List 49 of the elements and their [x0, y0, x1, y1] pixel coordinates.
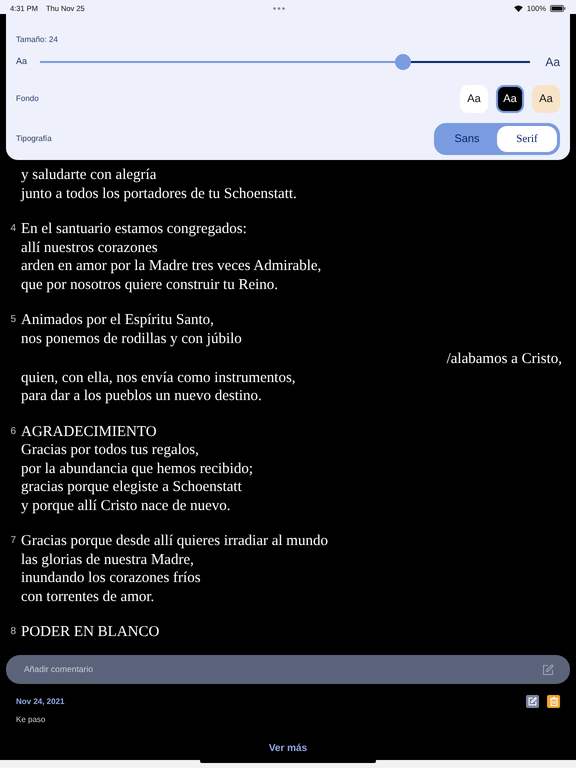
- verse-line: AGRADECIMIENTO: [21, 422, 158, 441]
- background-label: Fondo: [16, 93, 39, 105]
- comment-field[interactable]: Añadir comentario: [6, 655, 570, 684]
- verse-line: En el santuario estamos congregados:: [21, 220, 248, 238]
- verse-line: Gracias por todos tus regalos,: [21, 441, 200, 460]
- verse-line: allí nuestros corazones: [21, 238, 159, 257]
- small-sample: Aa: [16, 55, 28, 68]
- edit-icon: [542, 664, 554, 676]
- comment-field[interactable]: Añadir comentario: [22, 662, 542, 677]
- verse-number: 8: [10, 626, 16, 637]
- large-sample: Aa: [544, 54, 560, 71]
- verse-line: quien, con ella, nos envía como instrumentos,: [21, 368, 297, 387]
- verse-line: y saludarte con alegría: [21, 166, 158, 184]
- verse-line: junto a todos los portadores de tu Schoenstatt.: [21, 184, 298, 203]
- verse-line: arden en amor por la Madre tres veces Admirable,: [21, 257, 322, 276]
- verse-line: con torrentes de amor.: [21, 588, 156, 606]
- verse-line: PODER EN BLANCO: [21, 623, 160, 642]
- verse-line: /alabamos a Cristo,: [446, 350, 563, 368]
- background-option[interactable]: Aa: [532, 85, 560, 113]
- verse-line: nos ponemos de rodillas y con júbilo: [21, 330, 243, 348]
- multitasking-icon: [273, 7, 286, 10]
- font-option[interactable]: Serif: [497, 126, 557, 152]
- verse-line: las glorias de nuestra Madre,: [21, 550, 195, 569]
- verse-number: 7: [10, 535, 16, 546]
- verse-number: 5: [10, 314, 16, 325]
- verse-line: que por nosotros quiere construir tu Reino.: [21, 276, 280, 294]
- verse-line: y porque allí Cristo nace de nuevo.: [21, 496, 232, 515]
- verse-number: 4: [10, 223, 16, 234]
- battery-icon: [550, 5, 566, 12]
- verse-line: inundando los corazones fríos: [21, 569, 202, 588]
- background-option[interactable]: Aa: [496, 85, 524, 113]
- size-slider[interactable]: [40, 54, 530, 70]
- see-more-link[interactable]: Ver más: [268, 743, 308, 754]
- verse-line: por la abundancia que hemos recibido;: [21, 460, 254, 478]
- verse-line: para dar a los pueblos un nuevo destino.: [21, 387, 263, 406]
- verse-line: gracias porque elegiste a Schoenstatt: [21, 478, 243, 496]
- verse-line: Animados por el Espíritu Santo,: [21, 311, 215, 330]
- font-option[interactable]: Sans: [437, 126, 497, 152]
- comment-text: Ke paso: [16, 714, 46, 726]
- verse-number: 6: [10, 426, 16, 436]
- wifi-icon: [514, 5, 523, 12]
- verse-line: Gracias porque desde allí quieres irradiar al mundo: [21, 532, 329, 550]
- slider-thumb[interactable]: [394, 54, 411, 70]
- typography-label: Tipografía: [16, 133, 52, 145]
- edit-button[interactable]: [526, 695, 539, 708]
- size-label: Tamaño: 24: [16, 34, 59, 46]
- comment-date: Nov 24, 2021: [16, 696, 64, 708]
- background-option[interactable]: Aa: [460, 85, 488, 113]
- delete-button[interactable]: [547, 695, 560, 708]
